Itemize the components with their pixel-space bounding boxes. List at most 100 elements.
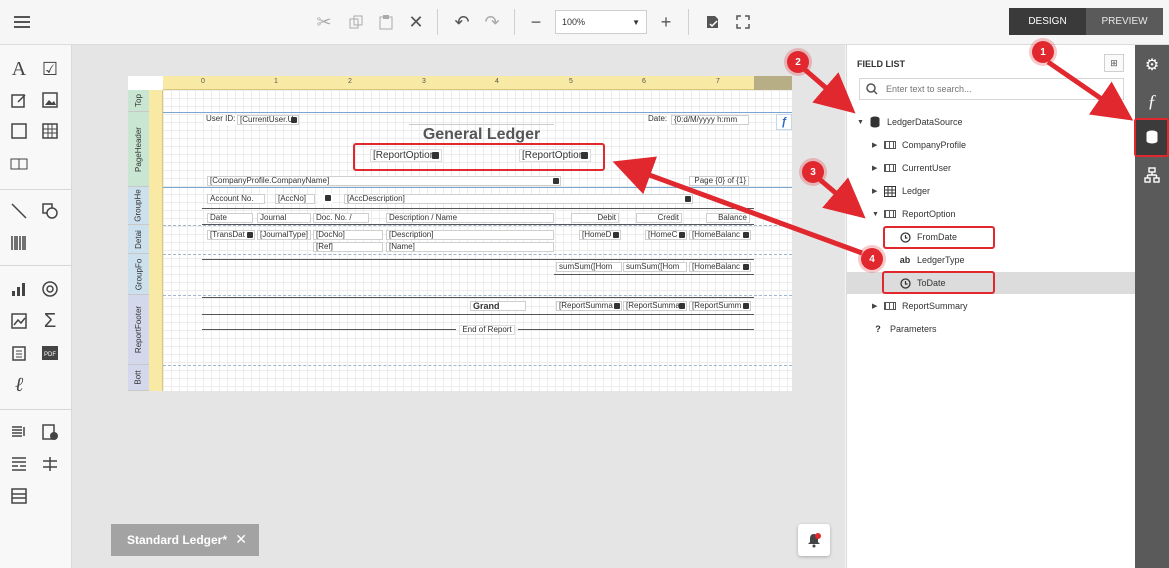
barcode-control-icon[interactable]: [7, 231, 31, 255]
grand-label[interactable]: Grand: [470, 301, 526, 311]
page-break-control-icon[interactable]: [7, 452, 31, 476]
report-page[interactable]: 0 1 2 3 4 5 6 7 Top PageHeader GroupHe D…: [128, 76, 792, 391]
cross-band-line-control-icon[interactable]: [38, 452, 62, 476]
redo-icon[interactable]: ↷: [480, 10, 504, 34]
report-explorer-icon[interactable]: [1135, 157, 1169, 193]
copy-icon[interactable]: [344, 10, 368, 34]
detail-name[interactable]: [Name]: [386, 242, 554, 252]
preview-mode-button[interactable]: PREVIEW: [1086, 8, 1163, 35]
caret-right-icon[interactable]: ▶: [872, 302, 882, 310]
tree-item-parameters[interactable]: ? Parameters: [870, 318, 936, 340]
tree-item-reportoption[interactable]: ▼ ReportOption: [872, 203, 956, 225]
summary-balance[interactable]: [ReportSumm: [689, 301, 751, 311]
report-tab[interactable]: Standard Ledger* ✕: [111, 524, 259, 556]
band-label-group-header[interactable]: GroupHe: [128, 187, 149, 225]
tree-item-companyprofile[interactable]: ▶ CompanyProfile: [872, 134, 966, 156]
zoom-in-icon[interactable]: +: [654, 10, 678, 34]
sum-balance[interactable]: [HomeBalanc: [689, 262, 751, 272]
report-title[interactable]: General Ledger: [409, 124, 554, 144]
column-header-debit[interactable]: Debit: [571, 213, 619, 223]
summary-debit[interactable]: [ReportSumma: [556, 301, 622, 311]
user-id-field[interactable]: [CurrentUser.U: [237, 115, 299, 125]
table-control-icon[interactable]: [38, 119, 62, 143]
column-header-journal[interactable]: Journal: [257, 213, 311, 223]
detail-journal-type[interactable]: [JournalType]: [257, 230, 311, 240]
pdf-content-control-icon[interactable]: PDF: [38, 341, 62, 365]
user-id-label[interactable]: User ID:: [204, 115, 238, 125]
chart-control-icon[interactable]: [7, 309, 31, 333]
checkbox-control-icon[interactable]: ☑: [38, 57, 62, 81]
column-header-credit[interactable]: Credit: [636, 213, 682, 223]
cut-icon[interactable]: ✂: [312, 10, 336, 34]
design-mode-button[interactable]: DESIGN: [1009, 8, 1086, 35]
sum-debit[interactable]: sumSum([Hom: [556, 262, 622, 272]
validate-bindings-icon[interactable]: [700, 10, 724, 34]
detail-trans-date[interactable]: [TransDat: [207, 230, 255, 240]
band-label-detail[interactable]: Detai: [128, 225, 149, 254]
detail-home-balance[interactable]: [HomeBalanc: [689, 230, 751, 240]
column-header-balance[interactable]: Balance: [706, 213, 750, 223]
label-control-icon[interactable]: A: [7, 57, 31, 81]
tree-item-currentuser[interactable]: ▶ CurrentUser: [872, 157, 951, 179]
band-label-top[interactable]: Top: [128, 90, 149, 112]
date-label[interactable]: Date:: [646, 115, 672, 125]
detail-home-credit[interactable]: [HomeC: [645, 230, 687, 240]
add-calculated-field-button[interactable]: ⊞: [1104, 54, 1124, 72]
acc-no-field[interactable]: [AccNo]: [275, 194, 315, 204]
caret-right-icon[interactable]: ▶: [872, 164, 882, 172]
zoom-select[interactable]: 100% ▼: [555, 10, 647, 34]
tree-item-ledgerdatasource[interactable]: ▼ LedgerDataSource: [857, 111, 963, 133]
sparkline-control-icon[interactable]: [7, 277, 31, 301]
gear-icon[interactable]: ⚙: [1135, 47, 1169, 83]
column-header-doc-no[interactable]: Doc. No. /: [313, 213, 369, 223]
summary-control-icon[interactable]: Σ: [38, 309, 62, 333]
summary-credit[interactable]: [ReportSumma: [623, 301, 687, 311]
caret-right-icon[interactable]: ▶: [872, 187, 882, 195]
end-of-report-label[interactable]: End of Report: [459, 325, 515, 335]
gauge-control-icon[interactable]: [38, 277, 62, 301]
page-info-field[interactable]: Page {0} of {1}: [689, 176, 749, 186]
detail-doc-no[interactable]: [DocNo]: [313, 230, 383, 240]
page-info-control-icon[interactable]: [7, 420, 31, 444]
band-label-report-footer[interactable]: ReportFooter: [128, 295, 149, 365]
zoom-out-icon[interactable]: −: [524, 10, 548, 34]
tree-item-ledgertype[interactable]: ab LedgerType: [897, 249, 965, 271]
sum-credit[interactable]: sumSum([Hom: [623, 262, 687, 272]
company-name-field[interactable]: [CompanyProfile.CompanyName]: [207, 176, 561, 186]
panel-control-icon[interactable]: [7, 119, 31, 143]
line-control-icon[interactable]: [7, 199, 31, 223]
cross-band-box-control-icon[interactable]: [7, 484, 31, 508]
caret-right-icon[interactable]: ▶: [872, 141, 882, 149]
close-tab-icon[interactable]: ✕: [235, 531, 247, 548]
shape-control-icon[interactable]: [38, 199, 62, 223]
band-label-group-footer[interactable]: GroupFo: [128, 254, 149, 295]
signature-control-icon[interactable]: ℓ: [7, 373, 31, 397]
band-label-page-header[interactable]: PageHeader: [128, 112, 149, 187]
tree-item-reportsummary[interactable]: ▶ ReportSummary: [872, 295, 968, 317]
account-no-label[interactable]: Account No.: [207, 194, 265, 204]
picture-box-control-icon[interactable]: [38, 88, 62, 112]
field-search-input[interactable]: [886, 84, 1106, 94]
delete-icon[interactable]: ✕: [404, 10, 428, 34]
function-icon[interactable]: ƒ: [1135, 83, 1169, 119]
caret-down-icon[interactable]: ▼: [872, 211, 882, 218]
character-comb-control-icon[interactable]: [7, 152, 31, 176]
detail-description[interactable]: [Description]: [386, 230, 554, 240]
notification-bell-icon[interactable]: [798, 524, 830, 556]
acc-lock-field[interactable]: [318, 194, 332, 204]
detail-ref[interactable]: [Ref]: [313, 242, 383, 252]
expression-editor-icon[interactable]: ƒ: [776, 114, 792, 130]
band-label-bottom[interactable]: Bott: [128, 365, 149, 391]
cross-tab-control-icon[interactable]: [38, 420, 62, 444]
fullscreen-icon[interactable]: [731, 10, 755, 34]
acc-description-field[interactable]: [AccDescription]: [344, 194, 693, 204]
field-search-box[interactable]: [859, 78, 1124, 100]
column-header-description[interactable]: Description / Name: [386, 213, 554, 223]
caret-down-icon[interactable]: ▼: [857, 119, 867, 126]
paste-icon[interactable]: [374, 10, 398, 34]
hamburger-menu-icon[interactable]: [10, 10, 34, 34]
date-field[interactable]: {0:d/M/yyyy h:mm: [671, 115, 749, 125]
toc-control-icon[interactable]: [7, 341, 31, 365]
undo-icon[interactable]: ↶: [450, 10, 474, 34]
rich-text-control-icon[interactable]: [7, 88, 31, 112]
